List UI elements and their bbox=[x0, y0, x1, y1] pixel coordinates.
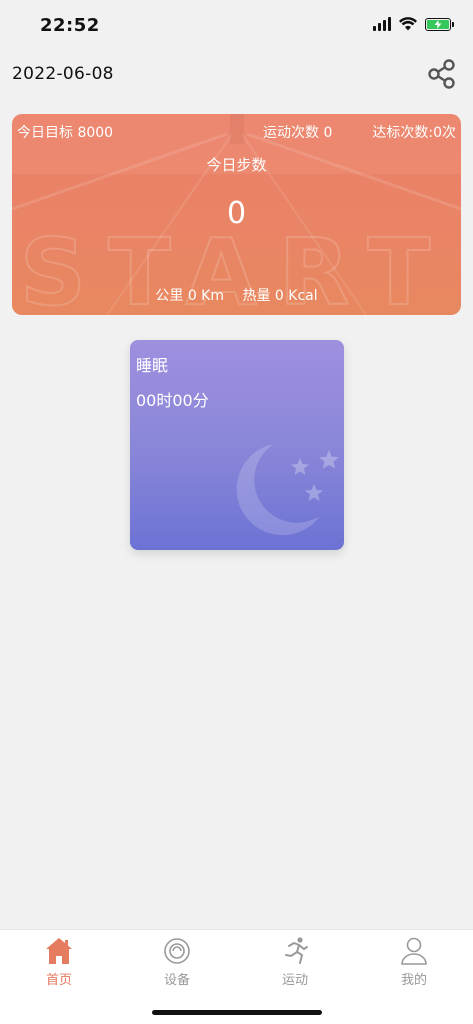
daily-goal: 今日目标 8000 bbox=[17, 125, 114, 141]
battery-charging-icon bbox=[425, 17, 454, 31]
steps-card[interactable]: START 今日目标 8000 运动次数 0 达标次数:0次 今日步数 0 公里… bbox=[12, 114, 461, 315]
goal-reached-count: 达标次数:0次 bbox=[372, 125, 456, 141]
tab-home[interactable]: 首页 bbox=[0, 930, 118, 1000]
moon-stars-icon bbox=[236, 444, 339, 536]
tab-label-mine: 我的 bbox=[400, 973, 427, 988]
tab-mine[interactable]: 我的 bbox=[355, 930, 473, 1000]
tab-label-device: 设备 bbox=[163, 973, 190, 988]
share-icon[interactable] bbox=[427, 58, 457, 90]
tab-label-sport: 运动 bbox=[281, 973, 308, 988]
steps-title: 今日步数 bbox=[206, 156, 267, 174]
status-icons bbox=[373, 17, 454, 31]
device-icon bbox=[164, 938, 190, 964]
tab-device[interactable]: 设备 bbox=[118, 930, 236, 1000]
app-screen: 22:52 2022-06-08 START 今日目标 8000 运动次数 0 … bbox=[0, 0, 473, 1024]
steps-stats: 公里 0 Km 热量 0 Kcal bbox=[12, 285, 461, 305]
calories-value: 热量 0 Kcal bbox=[242, 288, 318, 304]
signal-icon bbox=[373, 17, 391, 31]
tab-label-home: 首页 bbox=[45, 973, 72, 988]
sport-count: 运动次数 0 bbox=[263, 125, 333, 141]
steps-value: 0 bbox=[226, 196, 247, 231]
distance-value: 公里 0 Km bbox=[155, 288, 225, 304]
home-icon bbox=[46, 938, 72, 964]
status-time: 22:52 bbox=[40, 15, 100, 36]
running-icon bbox=[285, 937, 308, 964]
tab-sport[interactable]: 运动 bbox=[236, 930, 354, 1000]
wifi-icon bbox=[399, 17, 417, 31]
home-indicator[interactable] bbox=[152, 1010, 322, 1015]
status-bar: 22:52 bbox=[0, 0, 473, 50]
sleep-title: 睡眠 bbox=[136, 356, 169, 375]
user-icon bbox=[401, 937, 427, 965]
sleep-card[interactable]: 睡眠 00时00分 bbox=[130, 340, 344, 550]
sleep-value: 00时00分 bbox=[136, 391, 209, 410]
current-date: 2022-06-08 bbox=[12, 64, 114, 84]
